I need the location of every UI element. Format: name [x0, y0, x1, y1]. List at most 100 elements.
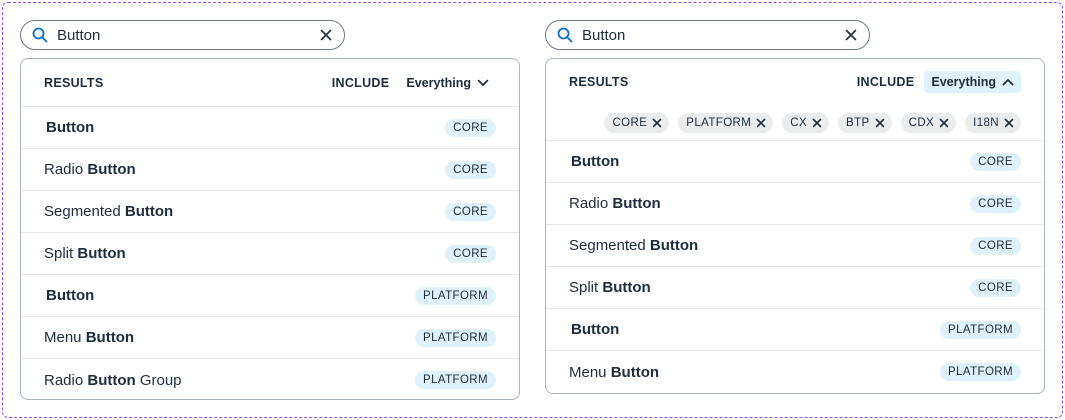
- result-label-prefix: Radio: [44, 371, 88, 389]
- category-badge: CORE: [970, 194, 1021, 213]
- result-label-prefix: Segmented: [569, 237, 650, 254]
- result-label-match: Button: [46, 119, 95, 136]
- result-item[interactable]: Button CORE: [546, 141, 1044, 183]
- result-item[interactable]: Radio Button Group PLATFORM: [21, 359, 519, 399]
- result-label-match: Button: [87, 161, 136, 178]
- result-label-match: Button: [124, 203, 174, 220]
- result-label-prefix: Radio: [44, 161, 88, 178]
- result-item[interactable]: Split Button CORE: [546, 267, 1044, 309]
- result-item[interactable]: Menu Button PLATFORM: [21, 317, 519, 359]
- category-badge: CORE: [970, 236, 1021, 255]
- filter-chips: CORE PLATFORM CX BTP CDX I18N: [546, 105, 1044, 141]
- result-label: Split Button: [569, 279, 970, 296]
- category-badge: CORE: [970, 278, 1021, 297]
- result-label-prefix: Menu: [44, 329, 86, 346]
- results-header: RESULTS INCLUDE Everything: [546, 59, 1044, 105]
- filter-chip-label: I18N: [973, 116, 999, 129]
- category-badge: PLATFORM: [415, 371, 496, 389]
- result-item[interactable]: Radio Button CORE: [21, 149, 519, 191]
- result-label: Button: [44, 119, 445, 136]
- result-label: Menu Button: [44, 329, 415, 346]
- result-label: Split Button: [44, 245, 445, 262]
- results-list: Button CORE Radio Button CORE Segmented Butt…: [546, 141, 1044, 393]
- include-dropdown[interactable]: Everything: [399, 72, 496, 94]
- include-value: Everything: [931, 75, 996, 89]
- include-label: INCLUDE: [856, 75, 915, 89]
- result-label-prefix: Radio: [569, 195, 613, 212]
- close-icon[interactable]: [652, 118, 662, 128]
- search-field[interactable]: Button: [545, 20, 870, 50]
- result-label-prefix: Split: [44, 245, 78, 262]
- result-label-match: Button: [649, 237, 699, 254]
- chevron-up-icon: [1002, 78, 1014, 86]
- result-label-match: Button: [571, 153, 620, 170]
- close-icon[interactable]: [1004, 118, 1014, 128]
- search-input[interactable]: Button: [57, 27, 318, 44]
- filter-chip[interactable]: PLATFORM: [678, 112, 774, 133]
- results-title: RESULTS: [44, 75, 104, 90]
- result-label-prefix: Menu: [569, 363, 611, 381]
- results-list: Button CORE Radio Button CORE Segmented Butt…: [21, 107, 519, 399]
- filter-chip-label: PLATFORM: [686, 116, 752, 129]
- filter-chip-label: CX: [790, 116, 808, 129]
- result-item[interactable]: Radio Button CORE: [546, 183, 1044, 225]
- search-input[interactable]: Button: [582, 27, 843, 44]
- close-icon[interactable]: [875, 118, 885, 128]
- result-item[interactable]: Split Button CORE: [21, 233, 519, 275]
- result-item[interactable]: Segmented Button CORE: [21, 191, 519, 233]
- result-label-match: Button: [77, 245, 126, 262]
- close-icon[interactable]: [812, 118, 822, 128]
- category-badge: PLATFORM: [940, 320, 1021, 339]
- filter-chip[interactable]: CDX: [900, 112, 957, 133]
- category-badge: PLATFORM: [415, 286, 496, 305]
- result-label-prefix: Segmented: [44, 203, 125, 220]
- category-badge: CORE: [445, 202, 496, 221]
- result-label: Button: [569, 321, 940, 338]
- category-badge: CORE: [445, 118, 496, 137]
- results-title: RESULTS: [569, 75, 629, 89]
- close-icon[interactable]: [756, 118, 766, 128]
- category-badge: PLATFORM: [415, 328, 496, 347]
- close-icon[interactable]: [939, 118, 949, 128]
- result-label-match: Button: [571, 321, 620, 338]
- search-field[interactable]: Button: [20, 20, 345, 50]
- results-popover: RESULTS INCLUDE Everything CORE PLATFORM C…: [545, 58, 1045, 394]
- category-badge: CORE: [445, 160, 496, 179]
- result-item[interactable]: Button PLATFORM: [546, 309, 1044, 351]
- result-label: Radio Button: [44, 161, 445, 178]
- category-badge: CORE: [970, 152, 1021, 171]
- result-label-match: Button: [612, 195, 661, 212]
- result-label: Button: [569, 153, 970, 170]
- result-item[interactable]: Button CORE: [21, 107, 519, 149]
- filter-chip[interactable]: BTP: [838, 112, 892, 133]
- result-label: Radio Button Group: [44, 372, 415, 389]
- filter-chip[interactable]: I18N: [965, 112, 1021, 133]
- search-icon: [31, 26, 49, 44]
- category-badge: PLATFORM: [940, 363, 1021, 381]
- include-value: Everything: [406, 75, 471, 90]
- chevron-down-icon: [477, 79, 489, 87]
- result-label: Menu Button: [569, 364, 940, 381]
- filter-chip[interactable]: CORE: [604, 112, 670, 133]
- result-item[interactable]: Menu Button PLATFORM: [546, 351, 1044, 393]
- result-label: Segmented Button: [569, 237, 970, 254]
- result-label-match: Button: [602, 279, 651, 296]
- include-dropdown[interactable]: Everything: [924, 71, 1021, 93]
- filter-chip-label: CORE: [612, 116, 648, 129]
- close-icon[interactable]: [843, 27, 859, 43]
- result-label: Button: [44, 287, 415, 304]
- search-icon: [556, 26, 574, 44]
- filter-chip-label: BTP: [846, 116, 870, 129]
- result-label: Radio Button: [569, 195, 970, 212]
- result-label-suffix: Group: [135, 371, 182, 389]
- result-item[interactable]: Segmented Button CORE: [546, 225, 1044, 267]
- category-badge: CORE: [445, 244, 496, 263]
- result-label-match: Button: [46, 287, 95, 304]
- result-label-match: Button: [87, 371, 136, 389]
- result-label: Segmented Button: [44, 203, 445, 220]
- filter-chip[interactable]: CX: [782, 112, 830, 133]
- result-label-prefix: Split: [569, 279, 603, 296]
- close-icon[interactable]: [318, 27, 334, 43]
- result-item[interactable]: Button PLATFORM: [21, 275, 519, 317]
- include-label: INCLUDE: [331, 75, 390, 90]
